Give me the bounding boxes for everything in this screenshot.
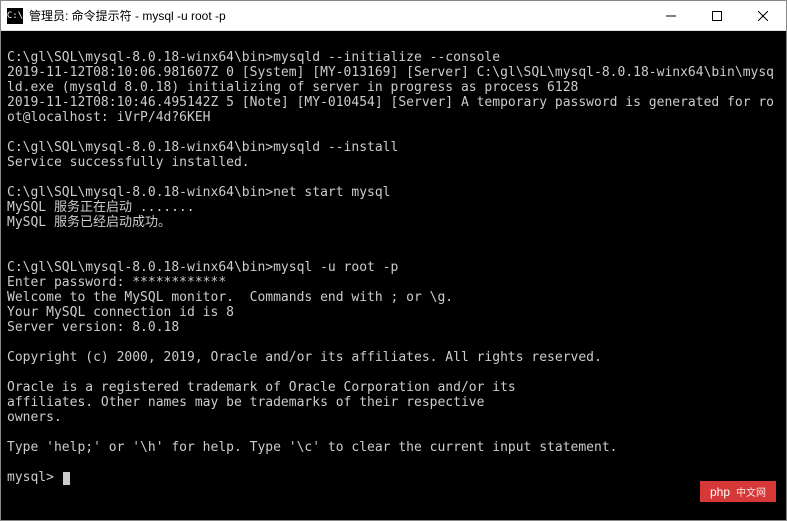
window-controls <box>648 1 786 30</box>
watermark-cn: 中文网 <box>736 484 766 499</box>
maximize-icon <box>712 11 722 21</box>
window-titlebar: C:\ 管理员: 命令提示符 - mysql -u root -p <box>1 1 786 31</box>
minimize-button[interactable] <box>648 1 694 30</box>
watermark-text: php <box>710 485 730 499</box>
window-title: 管理员: 命令提示符 - mysql -u root -p <box>29 7 648 24</box>
maximize-button[interactable] <box>694 1 740 30</box>
app-icon: C:\ <box>7 8 23 24</box>
close-icon <box>758 11 768 21</box>
terminal-text: C:\gl\SQL\mysql-8.0.18-winx64\bin>mysqld… <box>7 50 774 485</box>
terminal-cursor <box>63 472 70 485</box>
close-button[interactable] <box>740 1 786 30</box>
watermark-badge: php 中文网 <box>700 481 776 502</box>
minimize-icon <box>666 11 676 21</box>
terminal-output[interactable]: C:\gl\SQL\mysql-8.0.18-winx64\bin>mysqld… <box>1 31 786 520</box>
